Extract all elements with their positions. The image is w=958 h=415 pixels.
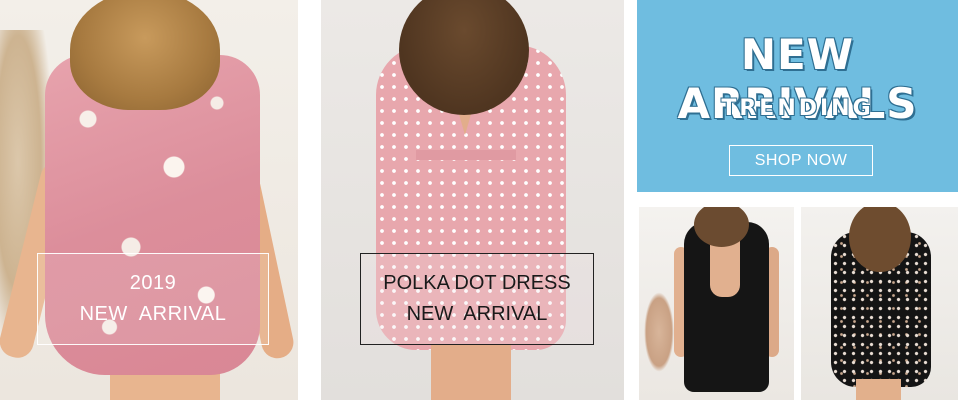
polka-dot-caption[interactable]: POLKA DOT DRESS NEW ARRIVAL: [360, 253, 594, 345]
new-arrivals-promo: NEW ARRIVALS TRENDING SHOP NOW: [637, 0, 958, 192]
black-backless-dress-thumbnail[interactable]: [639, 207, 794, 400]
model-legs: [856, 379, 901, 400]
caption-new-arrival: NEW ARRIVAL: [406, 303, 548, 325]
model-legs: [431, 345, 511, 400]
caption-product-name: POLKA DOT DRESS: [383, 272, 571, 294]
caption-year: 2019: [129, 272, 177, 294]
dried-flower-decor: [644, 292, 674, 372]
model-hair: [70, 0, 220, 110]
floral-dress-caption[interactable]: 2019 NEW ARRIVAL: [37, 253, 269, 345]
black-floral-dress-thumbnail[interactable]: [801, 207, 958, 400]
dress-belt: [416, 150, 516, 160]
promo-subheadline: TRENDING: [721, 96, 874, 121]
shop-now-button[interactable]: SHOP NOW: [729, 145, 873, 176]
caption-new-arrival: NEW ARRIVAL: [79, 303, 227, 325]
